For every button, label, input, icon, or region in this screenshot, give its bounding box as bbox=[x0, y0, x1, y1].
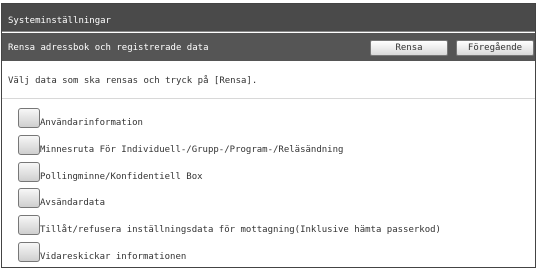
page-title: Rensa adressbok och registrerade data bbox=[8, 43, 209, 53]
option-label: Användarinformation bbox=[40, 118, 143, 128]
checkbox[interactable] bbox=[18, 108, 40, 128]
checkbox[interactable] bbox=[18, 162, 40, 182]
option-label: Tillåt/refusera inställningsdata för mot… bbox=[40, 225, 441, 235]
window-title: Systeminställningar bbox=[8, 16, 111, 26]
clear-button[interactable]: Rensa bbox=[370, 40, 448, 56]
checkbox[interactable] bbox=[18, 135, 40, 155]
checkbox[interactable] bbox=[18, 188, 40, 208]
back-button[interactable]: Föregående bbox=[456, 40, 534, 56]
option-label: Pollingminne/Konfidentiell Box bbox=[40, 172, 203, 182]
instruction-text: Välj data som ska rensas och tryck på [R… bbox=[8, 76, 258, 86]
checkbox[interactable] bbox=[18, 242, 40, 262]
divider bbox=[2, 98, 535, 99]
title-bar: Systeminställningar bbox=[2, 4, 535, 32]
checkbox[interactable] bbox=[18, 215, 40, 235]
subheader-bar: Rensa adressbok och registrerade data Re… bbox=[2, 33, 535, 61]
option-label: Minnesruta För Individuell-/Grupp-/Progr… bbox=[40, 145, 344, 155]
settings-window: Systeminställningar Rensa adressbok och … bbox=[1, 3, 536, 268]
option-label: Vidareskickar informationen bbox=[40, 252, 187, 262]
option-label: Avsändardata bbox=[40, 198, 106, 208]
